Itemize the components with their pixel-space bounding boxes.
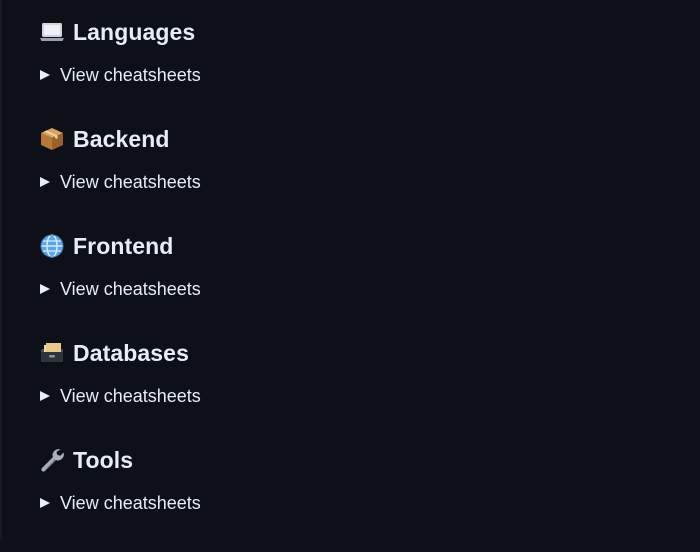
readme-content: Languages View cheatsheets Backend View … xyxy=(39,17,679,552)
view-cheatsheets-toggle-frontend[interactable]: View cheatsheets xyxy=(39,278,679,300)
package-icon xyxy=(39,126,65,152)
card-file-box-icon xyxy=(39,340,65,366)
view-cheatsheets-toggle-backend[interactable]: View cheatsheets xyxy=(39,171,679,193)
section-backend: Backend View cheatsheets xyxy=(39,124,679,231)
view-cheatsheets-toggle-tools[interactable]: View cheatsheets xyxy=(39,492,679,514)
left-border xyxy=(0,0,2,540)
globe-icon xyxy=(39,233,65,259)
view-cheatsheets-toggle-languages[interactable]: View cheatsheets xyxy=(39,64,679,86)
caret-right-icon xyxy=(40,391,50,401)
caret-right-icon xyxy=(40,70,50,80)
section-tools: Tools View cheatsheets xyxy=(39,445,679,552)
caret-right-icon xyxy=(40,498,50,508)
section-title: Languages xyxy=(73,19,196,45)
section-title: Tools xyxy=(73,447,134,473)
laptop-icon xyxy=(39,19,65,45)
section-heading-backend: Backend xyxy=(39,124,679,154)
summary-label: View cheatsheets xyxy=(60,65,201,85)
section-heading-languages: Languages xyxy=(39,17,679,47)
summary-label: View cheatsheets xyxy=(60,386,201,406)
wrench-icon xyxy=(39,447,65,473)
section-title: Frontend xyxy=(73,233,174,259)
section-title: Backend xyxy=(73,126,170,152)
section-languages: Languages View cheatsheets xyxy=(39,17,679,124)
summary-label: View cheatsheets xyxy=(60,493,201,513)
section-frontend: Frontend View cheatsheets xyxy=(39,231,679,338)
caret-right-icon xyxy=(40,177,50,187)
section-heading-frontend: Frontend xyxy=(39,231,679,261)
summary-label: View cheatsheets xyxy=(60,172,201,192)
section-title: Databases xyxy=(73,340,189,366)
view-cheatsheets-toggle-databases[interactable]: View cheatsheets xyxy=(39,385,679,407)
section-databases: Databases View cheatsheets xyxy=(39,338,679,445)
section-heading-databases: Databases xyxy=(39,338,679,368)
summary-label: View cheatsheets xyxy=(60,279,201,299)
caret-right-icon xyxy=(40,284,50,294)
section-heading-tools: Tools xyxy=(39,445,679,475)
